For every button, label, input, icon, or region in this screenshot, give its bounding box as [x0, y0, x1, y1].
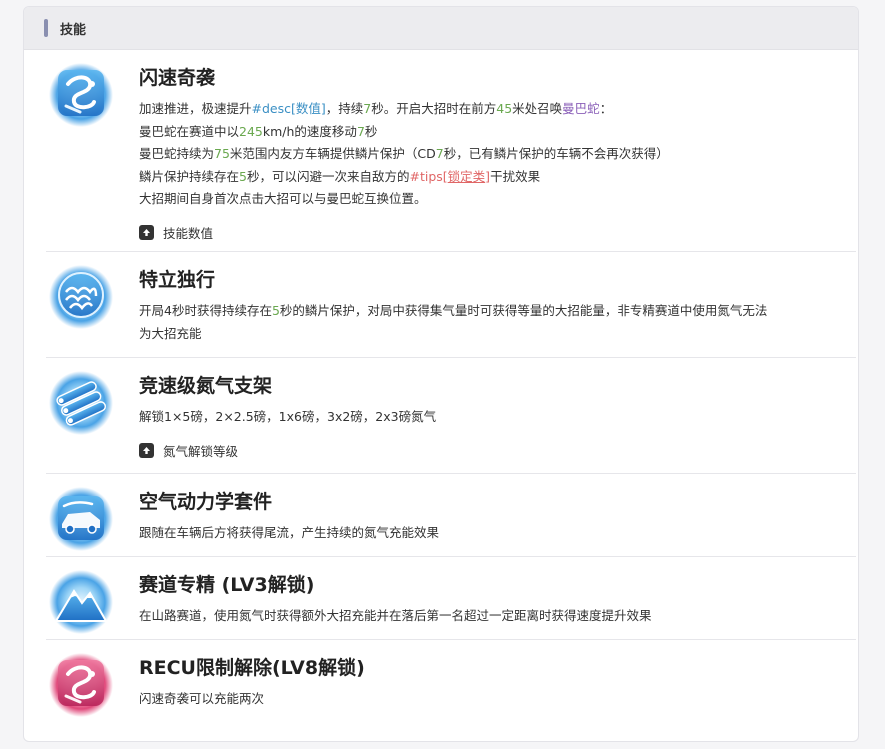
skill-description: 闪速奇袭可以充能两次: [139, 688, 856, 711]
skill-values-toggle[interactable]: 技能数值: [139, 223, 856, 243]
desc-line: 大招期间自身首次点击大招可以与曼巴蛇互换位置。: [139, 191, 427, 206]
desc-line: 为大招充能: [139, 325, 202, 341]
desc-line: 闪速奇袭可以充能两次: [139, 691, 265, 706]
desc-line: 在山路赛道，使用氮气时获得额外大招充能并在落后第一名超过一定距离时获得速度提升效…: [139, 608, 652, 623]
chevron-up-icon: [139, 225, 154, 240]
desc-line: 跟随在车辆后方将获得尾流，产生持续的氮气充能效果: [139, 525, 440, 540]
mountain-icon: [49, 570, 113, 634]
skill-description: 在山路赛道，使用氮气时获得额外大招充能并在落后第一名超过一定距离时获得速度提升效…: [139, 605, 856, 628]
lock-type-link[interactable]: 锁定类: [448, 169, 486, 184]
desc-line: 鳞片保护持续存在5秒，可以闪避一次来自敌方的#tips[锁定类]干扰效果: [139, 168, 541, 184]
nitro-tanks-icon: [49, 371, 113, 435]
scaled-shield-icon: [49, 265, 113, 329]
skill-description: 开局4秒时获得持续存在5秒的鳞片保护，对局中获得集气量时可获得等量的大招能量，非…: [139, 300, 856, 345]
skill-name: 空气动力学套件: [139, 491, 273, 513]
mamba-link[interactable]: 曼巴蛇: [562, 101, 600, 116]
skill-name: 特立独行: [139, 269, 216, 291]
desc-line: 曼巴蛇在赛道中以245km/h的速度移动7秒: [139, 123, 378, 139]
toggle-label: 技能数值: [163, 226, 214, 241]
desc-line: 加速推进，极速提升#desc[数值]，持续7秒。开启大招时在前方45米处召唤曼巴…: [139, 101, 613, 116]
skill-description: 跟随在车辆后方将获得尾流，产生持续的氮气充能效果: [139, 522, 856, 545]
skill-name: 闪速奇袭: [139, 67, 216, 89]
skill-item: RECU限制解除(LV8解锁) 闪速奇袭可以充能两次: [46, 640, 856, 723]
serpent-icon-pink: [49, 653, 113, 717]
skill-name: 竞速级氮气支架: [139, 375, 273, 397]
skill-item: 赛道专精 (LV3解锁) 在山路赛道，使用氮气时获得额外大招充能并在落后第一名超…: [46, 557, 856, 640]
aero-car-icon: [49, 487, 113, 551]
skill-description: 解锁1×5磅，2×2.5磅，1x6磅，3x2磅，2x3磅氮气: [139, 406, 856, 429]
header-accent-bar: [44, 19, 48, 37]
desc-line: 解锁1×5磅，2×2.5磅，1x6磅，3x2磅，2x3磅氮气: [139, 409, 437, 424]
skill-item: 竞速级氮气支架 解锁1×5磅，2×2.5磅，1x6磅，3x2磅，2x3磅氮气 氮…: [46, 358, 856, 474]
skill-name: 赛道专精 (LV3解锁): [139, 574, 315, 596]
skill-description: 加速推进，极速提升#desc[数值]，持续7秒。开启大招时在前方45米处召唤曼巴…: [139, 98, 856, 211]
desc-line: 开局4秒时获得持续存在5秒的鳞片保护，对局中获得集气量时可获得等量的大招能量，非…: [139, 303, 768, 318]
serpent-icon: [49, 63, 113, 127]
skill-name: RECU限制解除(LV8解锁): [139, 657, 365, 679]
skill-item: 特立独行 开局4秒时获得持续存在5秒的鳞片保护，对局中获得集气量时可获得等量的大…: [46, 252, 856, 358]
panel-header: 技能: [24, 7, 858, 50]
nitro-unlock-toggle[interactable]: 氮气解锁等级: [139, 441, 856, 461]
chevron-up-icon: [139, 443, 154, 458]
desc-line: 曼巴蛇持续为75米范围内友方车辆提供鳞片保护（CD7秒，已有鳞片保护的车辆不会再…: [139, 146, 669, 161]
skills-panel: 技能 闪速奇袭 加速推进，极速提升#desc[数值]，持续7秒。开启大招时在前方…: [23, 6, 859, 742]
skill-item: 闪速奇袭 加速推进，极速提升#desc[数值]，持续7秒。开启大招时在前方45米…: [46, 50, 856, 252]
skill-item: 空气动力学套件 跟随在车辆后方将获得尾流，产生持续的氮气充能效果: [46, 474, 856, 557]
toggle-label: 氮气解锁等级: [163, 444, 239, 459]
panel-title: 技能: [60, 22, 87, 38]
